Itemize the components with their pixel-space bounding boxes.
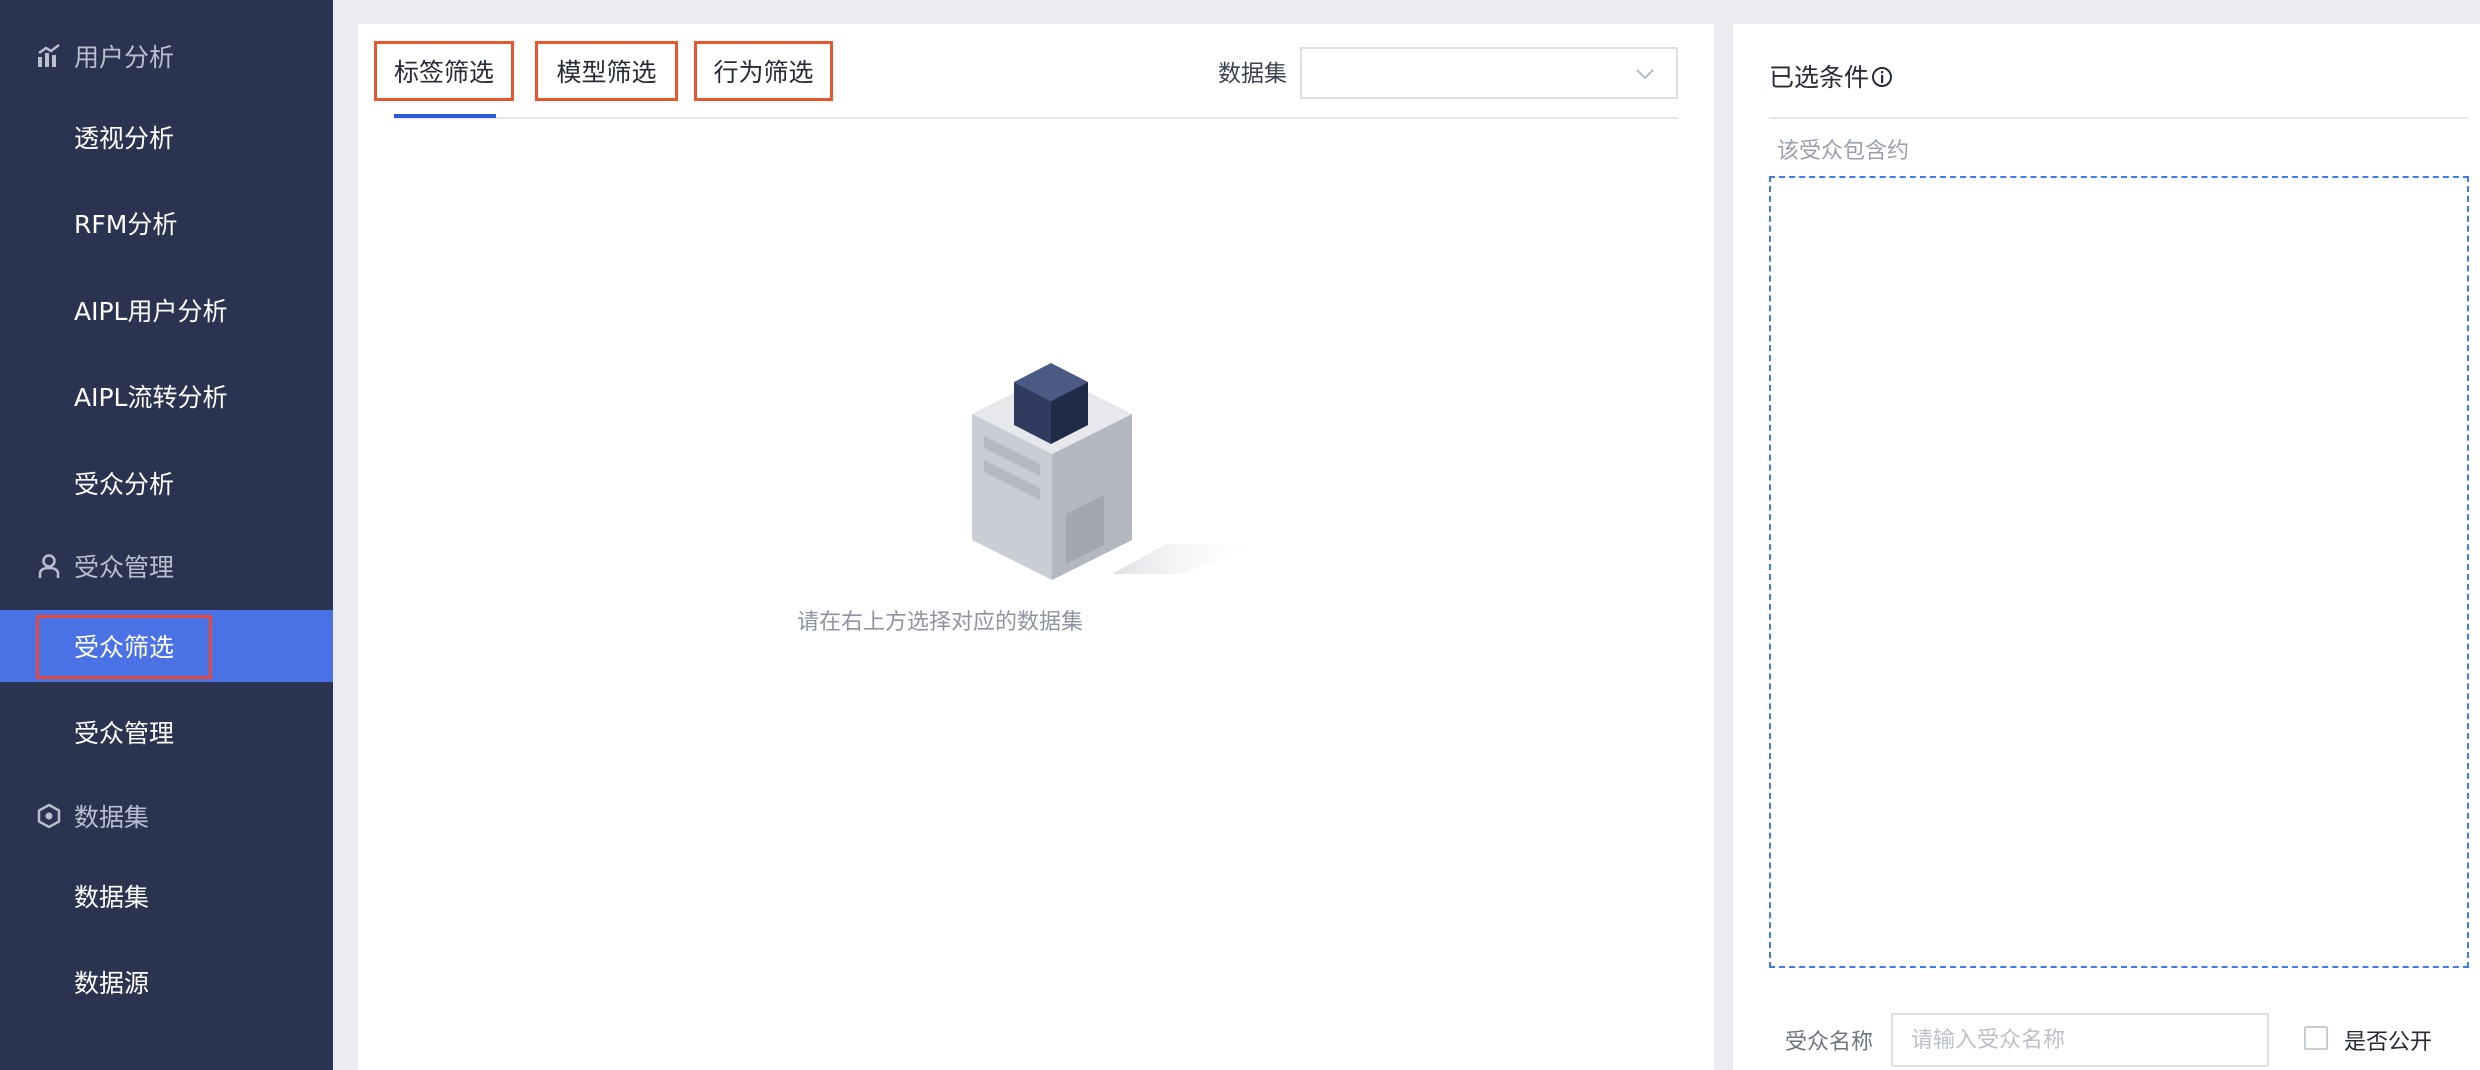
sidebar-item-audience-filter[interactable]: 受众筛选 <box>0 610 333 682</box>
filter-panel: 标签筛选 模型筛选 行为筛选 数据集 请在右上方选择对应的数据集 <box>358 24 1714 1070</box>
info-icon[interactable] <box>1871 66 1893 88</box>
panel-title: 已选条件 <box>1769 56 1893 96</box>
sidebar-item-audience-management[interactable]: 受众管理 <box>0 696 333 768</box>
audience-count-label: 该受众包含约 <box>1777 139 1910 164</box>
tab-tag-filter[interactable]: 标签筛选 <box>374 41 514 101</box>
user-icon <box>36 553 62 579</box>
empty-state-text: 请在右上方选择对应的数据集 <box>358 604 1714 636</box>
empty-box-illustration <box>972 363 1262 580</box>
sidebar-item-label: 受众筛选 <box>74 633 175 662</box>
chart-icon <box>36 43 62 69</box>
tab-label: 模型筛选 <box>556 58 657 87</box>
sidebar-item-label: AIPL流转分析 <box>74 383 228 412</box>
sidebar-item-label: 数据源 <box>74 969 150 998</box>
sidebar-item-aipl-user-analysis[interactable]: AIPL用户分析 <box>0 274 333 346</box>
sidebar-item-dataset[interactable]: 数据集 <box>0 860 333 932</box>
sidebar-group-audience-management[interactable]: 受众管理 <box>0 536 333 596</box>
active-tab-indicator <box>394 114 496 118</box>
sidebar: 用户分析 透视分析 RFM分析 AIPL用户分析 AIPL流转分析 受众分析 受… <box>0 0 333 1070</box>
public-checkbox[interactable] <box>2304 1026 2328 1050</box>
panel-title-text: 已选条件 <box>1769 63 1870 92</box>
sidebar-group-label: 数据集 <box>74 803 150 832</box>
tab-model-filter[interactable]: 模型筛选 <box>535 41 678 101</box>
panel-divider <box>1769 117 2469 119</box>
dataset-select[interactable] <box>1300 47 1678 99</box>
sidebar-group-label: 受众管理 <box>74 553 175 582</box>
tab-label: 标签筛选 <box>393 58 494 87</box>
sidebar-item-aipl-flow-analysis[interactable]: AIPL流转分析 <box>0 360 333 432</box>
sidebar-item-label: 受众管理 <box>74 719 175 748</box>
chevron-down-icon <box>1636 69 1654 80</box>
sidebar-item-audience-analysis[interactable]: 受众分析 <box>0 447 333 519</box>
tabs-divider <box>394 117 1678 119</box>
tab-behavior-filter[interactable]: 行为筛选 <box>694 41 833 101</box>
audience-name-label: 受众名称 <box>1785 1030 1874 1055</box>
sidebar-item-rfm-analysis[interactable]: RFM分析 <box>0 187 333 259</box>
sidebar-item-label: 受众分析 <box>74 470 175 499</box>
dataset-label: 数据集 <box>1218 61 1287 87</box>
hexagon-icon <box>36 803 62 829</box>
sidebar-item-label: 数据集 <box>74 883 150 912</box>
sidebar-group-dataset[interactable]: 数据集 <box>0 786 333 846</box>
sidebar-item-datasource[interactable]: 数据源 <box>0 946 333 1018</box>
sidebar-group-user-analysis[interactable]: 用户分析 <box>0 26 333 86</box>
selected-conditions-panel: 已选条件 该受众包含约 受众名称 是否公开 <box>1733 24 2480 1070</box>
sidebar-item-label: AIPL用户分析 <box>74 297 228 326</box>
sidebar-item-pivot-analysis[interactable]: 透视分析 <box>0 101 333 173</box>
sidebar-item-label: RFM分析 <box>74 210 178 239</box>
empty-state-message: 请在右上方选择对应的数据集 <box>796 610 1083 635</box>
public-checkbox-label: 是否公开 <box>2344 1030 2433 1055</box>
tab-label: 行为筛选 <box>713 58 814 87</box>
conditions-drop-zone[interactable] <box>1769 176 2469 968</box>
sidebar-group-label: 用户分析 <box>74 43 175 72</box>
sidebar-item-label: 透视分析 <box>74 124 175 153</box>
audience-name-input[interactable] <box>1891 1013 2269 1067</box>
